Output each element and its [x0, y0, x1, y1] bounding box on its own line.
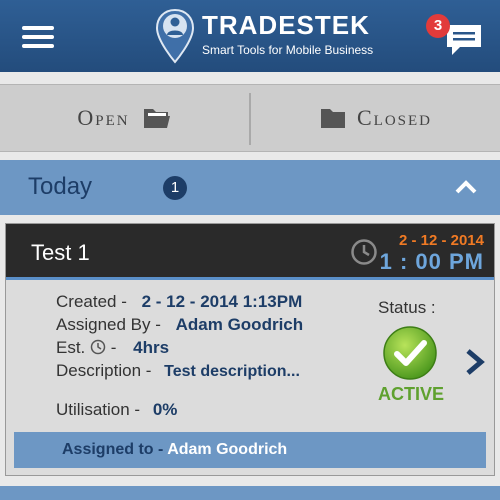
brand-name: TRADESTEK — [202, 10, 370, 40]
brand-tagline: Smart Tools for Mobile Business — [202, 43, 374, 57]
section-count-badge: 1 — [163, 176, 187, 200]
folder-closed-icon — [320, 109, 345, 128]
assigned-to-value: Adam Goodrich — [167, 441, 288, 458]
brand-logo: TRADESTEK Smart Tools for Mobile Busines… — [155, 6, 373, 66]
folder-open-icon — [143, 109, 170, 128]
hamburger-menu-icon[interactable] — [22, 26, 54, 48]
status-value: ACTIVE — [378, 384, 445, 404]
next-section-strip — [0, 486, 500, 500]
job-card-header: Test 1 2 - 12 - 2014 1 : 00 PM — [6, 224, 494, 280]
tab-open-label: Open — [77, 105, 130, 130]
location-pin-person-icon — [155, 8, 195, 64]
created-value: 2 - 12 - 2014 1:13PM — [141, 292, 303, 311]
chevron-right-icon[interactable] — [464, 348, 486, 376]
assigned-to-label: Assigned to - — [62, 441, 168, 458]
chat-icon[interactable] — [444, 22, 484, 58]
description-label: Description - — [56, 361, 152, 380]
assigned-by-value: Adam Goodrich — [175, 315, 304, 334]
estimate-row: Est. - 4hrs — [56, 338, 169, 358]
estimate-suffix: - — [110, 338, 117, 357]
assigned-to-bar: Assigned to - Adam Goodrich — [14, 432, 486, 468]
job-card[interactable]: Test 1 2 - 12 - 2014 1 : 00 PM Created -… — [5, 223, 495, 476]
estimate-clock-icon — [90, 339, 106, 355]
tab-closed-label: Closed — [356, 105, 432, 130]
job-title: Test 1 — [31, 240, 90, 265]
utilisation-value: 0% — [152, 400, 178, 419]
notification-badge: 3 — [426, 14, 450, 38]
job-date: 2 - 12 - 2014 — [398, 232, 484, 249]
job-status-tabs: Open Closed — [0, 84, 500, 152]
section-title: Today — [28, 173, 93, 200]
assigned-by-row: Assigned By - Adam Goodrich — [56, 315, 303, 335]
created-label: Created - — [56, 292, 127, 311]
utilisation-row: Utilisation - 0% — [56, 400, 177, 420]
status-label: Status : — [378, 298, 436, 317]
clock-icon — [351, 239, 377, 265]
estimate-label: Est. — [56, 338, 86, 357]
job-time: 1 : 00 PM — [379, 249, 484, 274]
created-row: Created - 2 - 12 - 2014 1:13PM — [56, 292, 302, 312]
app-header: TRADESTEK Smart Tools for Mobile Busines… — [0, 0, 500, 72]
check-circle-icon — [383, 326, 437, 380]
assigned-by-label: Assigned By - — [56, 315, 161, 334]
tab-open[interactable]: Open — [0, 85, 249, 151]
chevron-up-icon[interactable] — [454, 178, 478, 194]
assigned-to-row: Assigned to - Adam Goodrich — [62, 441, 287, 459]
tab-closed[interactable]: Closed — [251, 85, 500, 151]
utilisation-label: Utilisation - — [56, 400, 141, 419]
section-header-today[interactable]: Today 1 — [0, 160, 500, 215]
description-row: Description - Test description... — [56, 361, 300, 381]
estimate-value: 4hrs — [133, 338, 170, 357]
description-value: Test description... — [164, 363, 300, 380]
